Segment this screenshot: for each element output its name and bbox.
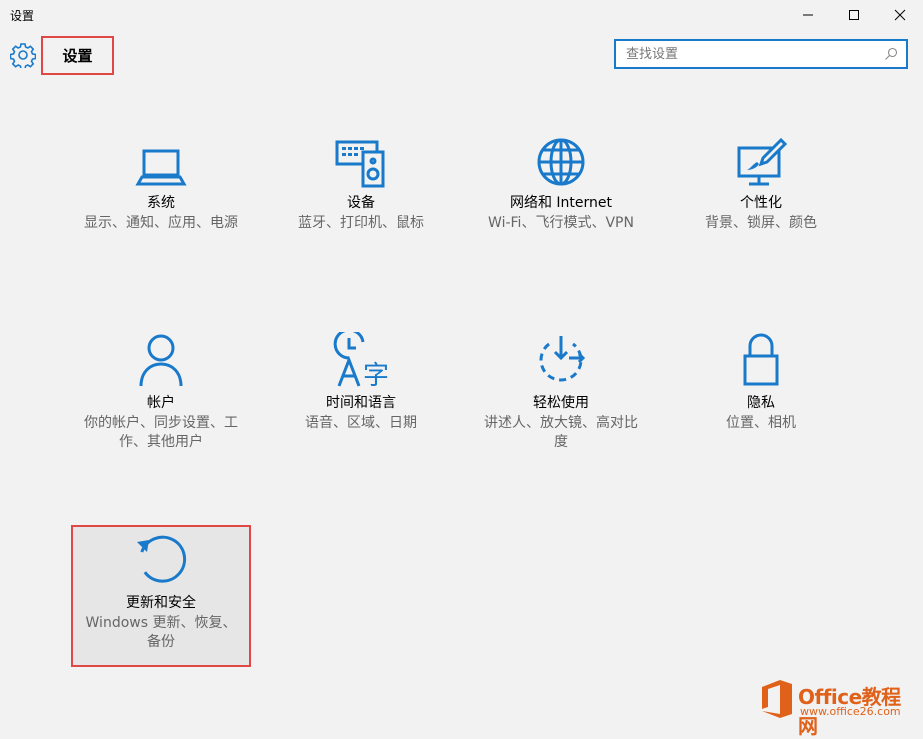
tile-description: 位置、相机	[726, 415, 796, 431]
tile-devices[interactable]: 设备 蓝牙、打印机、鼠标	[271, 128, 451, 233]
tile-privacy[interactable]: 隐私 位置、相机	[671, 328, 851, 433]
window-title: 设置	[10, 9, 35, 23]
close-button[interactable]	[877, 0, 923, 30]
tile-network[interactable]: 网络和 Internet Wi-Fi、飞行模式、VPN	[471, 128, 651, 233]
tile-name: 帐户	[147, 395, 175, 411]
tile-description: 背景、锁屏、颜色	[705, 215, 817, 231]
tile-description: Wi-Fi、飞行模式、VPN	[488, 215, 634, 231]
tile-description: 你的帐户、同步设置、工作、其他用户	[84, 415, 238, 450]
devices-icon	[335, 140, 385, 188]
header: 设置	[0, 30, 923, 80]
maximize-button[interactable]	[831, 0, 877, 30]
tile-accounts[interactable]: 帐户 你的帐户、同步设置、工作、其他用户	[71, 328, 251, 452]
tile-description: 蓝牙、打印机、鼠标	[298, 215, 424, 231]
tile-name: 网络和 Internet	[509, 195, 613, 211]
tile-personalization[interactable]: 个性化 背景、锁屏、颜色	[671, 128, 851, 233]
tile-name: 设备	[347, 195, 375, 211]
tile-time-language[interactable]: 字 时间和语言 语音、区域、日期	[271, 328, 451, 433]
minimize-icon	[803, 14, 813, 16]
time-language-icon: 字	[333, 332, 389, 388]
close-icon	[894, 9, 906, 21]
tile-update-security[interactable]: 更新和安全 Windows 更新、恢复、备份	[71, 525, 251, 667]
tile-name: 个性化	[740, 195, 782, 211]
tile-description: Windows 更新、恢复、备份	[85, 615, 237, 650]
lock-icon	[743, 333, 779, 386]
personalization-icon	[737, 137, 787, 186]
office-logo-icon	[762, 680, 792, 718]
tile-name: 时间和语言	[326, 395, 396, 411]
tile-description: 显示、通知、应用、电源	[84, 215, 238, 231]
search-input[interactable]	[616, 41, 876, 67]
tile-name: 系统	[147, 195, 175, 211]
minimize-button[interactable]	[785, 0, 831, 30]
tile-name: 隐私	[747, 395, 775, 411]
page-title: 设置	[41, 36, 114, 75]
tile-description: 讲述人、放大镜、高对比度	[484, 415, 638, 450]
tile-ease-of-access[interactable]: 轻松使用 讲述人、放大镜、高对比度	[471, 328, 651, 452]
maximize-icon	[849, 10, 859, 20]
update-icon	[137, 535, 187, 583]
search-box[interactable]	[614, 39, 908, 69]
tile-name: 轻松使用	[533, 395, 589, 411]
tile-description: 语音、区域、日期	[305, 415, 417, 431]
search-icon[interactable]	[884, 47, 898, 61]
ease-of-access-icon	[539, 336, 586, 382]
watermark: Office教程网 www.office26.com	[760, 675, 920, 738]
globe-icon	[537, 138, 585, 186]
watermark-url: www.office26.com	[800, 705, 901, 718]
title-bar: 设置	[0, 0, 923, 30]
laptop-icon	[135, 149, 187, 186]
tile-system[interactable]: 系统 显示、通知、应用、电源	[71, 128, 251, 233]
person-icon	[139, 334, 183, 387]
gear-icon	[10, 43, 36, 68]
svg-text:字: 字	[363, 361, 389, 388]
tile-name: 更新和安全	[126, 595, 196, 611]
